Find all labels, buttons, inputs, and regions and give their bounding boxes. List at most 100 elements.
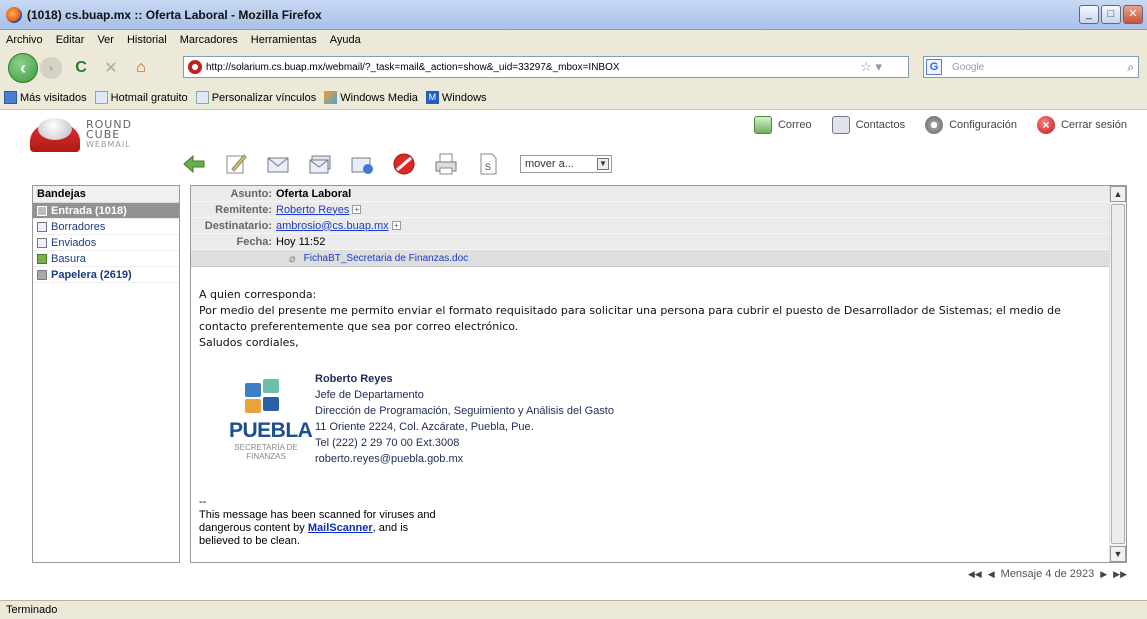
home-icon[interactable]: ⌂ (130, 57, 152, 79)
url-bar[interactable]: http://solarium.cs.buap.mx/webmail/?_tas… (183, 56, 909, 78)
windows-media-icon (324, 91, 338, 104)
folder-list: Bandejas Entrada (1018) Borradores Envia… (32, 185, 180, 563)
nav-settings[interactable]: Configuración (925, 116, 1017, 134)
search-bar[interactable]: G Google ⌕ (923, 56, 1139, 78)
status-text: Terminado (6, 604, 58, 616)
folder-sent[interactable]: Enviados (33, 235, 179, 251)
mailscanner-notice: -- This message has been scanned for vir… (199, 496, 436, 547)
mail-icon (753, 116, 772, 134)
google-icon[interactable]: G (926, 59, 942, 75)
view-source-button[interactable]: S (474, 151, 502, 177)
menu-historial[interactable]: Historial (127, 34, 167, 46)
message-date: Hoy 11:52 (276, 235, 326, 248)
scroll-down-icon[interactable]: ▼ (1110, 546, 1126, 562)
bookmark-hotmail[interactable]: Hotmail gratuito (94, 91, 188, 104)
menu-archivo[interactable]: Archivo (6, 34, 43, 46)
signature-name: Roberto Reyes (315, 373, 393, 385)
add-contact-icon[interactable]: + (391, 221, 401, 230)
signature-department: Dirección de Programación, Seguimiento y… (315, 405, 614, 417)
folder-list-title: Bandejas (33, 186, 179, 203)
signature-phone: Tel (222) 2 29 70 00 Ext.3008 (315, 437, 460, 449)
reply-button[interactable] (264, 151, 292, 177)
bookmark-star-icon[interactable]: ☆ ▾ (860, 59, 882, 75)
menu-ayuda[interactable]: Ayuda (330, 34, 361, 46)
scroll-thumb[interactable] (1111, 204, 1125, 544)
menu-marcadores[interactable]: Marcadores (180, 34, 238, 46)
sender-link[interactable]: Roberto Reyes (276, 204, 349, 216)
roundcube-logo-icon (30, 118, 80, 152)
arrow-left-icon (183, 154, 205, 174)
signature-address: 11 Oriente 2224, Col. Azcárate, Puebla, … (315, 421, 534, 433)
scroll-up-icon[interactable]: ▲ (1110, 186, 1126, 202)
contacts-icon (831, 116, 850, 134)
move-to-select[interactable]: mover a... ▼ (520, 155, 612, 173)
previous-message-icon[interactable]: ◀ (988, 569, 995, 580)
folder-junk[interactable]: Basura (33, 251, 179, 267)
attachment-link[interactable]: FichaBT_Secretaria de Finanzas.doc (304, 253, 469, 264)
compose-button[interactable] (222, 151, 250, 177)
forward-mail-icon (351, 157, 373, 174)
bookmark-mas-visitados[interactable]: Más visitados (4, 91, 87, 104)
status-bar: Terminado (0, 600, 1147, 619)
firefox-icon (6, 6, 22, 23)
logout-icon: × (1036, 116, 1055, 134)
page-icon (94, 91, 108, 104)
search-icon[interactable]: ⌕ (1127, 60, 1134, 75)
first-message-icon[interactable]: ◀◀ (968, 569, 982, 580)
sent-icon (37, 237, 47, 248)
gear-icon (925, 116, 944, 134)
source-icon: S (480, 153, 497, 175)
bookmarks-bar: Más visitados Hotmail gratuito Personali… (0, 86, 1147, 110)
menu-ver[interactable]: Ver (97, 34, 114, 46)
maximize-button[interactable]: □ (1101, 5, 1121, 24)
menu-bar: Archivo Editar Ver Historial Marcadores … (0, 30, 1147, 50)
stop-icon[interactable]: ✕ (100, 57, 122, 79)
forward-message-button[interactable] (348, 151, 376, 177)
next-message-icon[interactable]: ▶ (1100, 569, 1107, 580)
bookmark-windows[interactable]: M Windows (425, 91, 487, 104)
menu-editar[interactable]: Editar (56, 34, 85, 46)
paperclip-icon: ⌀ (289, 252, 296, 265)
page-icon (195, 91, 209, 104)
window-titlebar: (1018) cs.buap.mx :: Oferta Laboral - Mo… (0, 0, 1147, 30)
signature-email: roberto.reyes@puebla.gob.mx (315, 453, 464, 465)
recipient-link[interactable]: ambrosio@cs.buap.mx (276, 220, 389, 232)
bookmark-personalizar[interactable]: Personalizar vínculos (195, 91, 316, 104)
reply-icon (267, 157, 289, 173)
reply-all-button[interactable] (306, 151, 334, 177)
delete-button[interactable] (390, 151, 418, 177)
last-message-icon[interactable]: ▶▶ (1113, 569, 1127, 580)
minimize-button[interactable]: _ (1079, 5, 1099, 24)
trash-icon (37, 269, 47, 280)
back-button[interactable]: ‹ (8, 53, 38, 83)
nav-mail[interactable]: Correo (753, 116, 812, 134)
site-favicon-icon (188, 60, 202, 74)
nav-contacts[interactable]: Contactos (831, 116, 905, 134)
folder-trash[interactable]: Papelera (2619) (33, 267, 179, 283)
top-navigation: Correo Contactos Configuración × Cerrar s… (753, 116, 1127, 134)
pager-text: Mensaje 4 de 2923 (1000, 568, 1095, 580)
forward-button[interactable]: › (40, 57, 62, 79)
mailscanner-link[interactable]: MailScanner (308, 522, 373, 534)
webmail-content: ROUND CUBE WEBMAIL Correo Contactos Conf… (0, 110, 1147, 600)
reload-icon[interactable]: C (70, 57, 92, 79)
bookmark-windows-media[interactable]: Windows Media (324, 91, 418, 104)
menu-herramientas[interactable]: Herramientas (251, 34, 317, 46)
close-button[interactable]: ✕ (1123, 5, 1143, 24)
nav-logout[interactable]: × Cerrar sesión (1036, 116, 1127, 134)
back-to-list-button[interactable] (180, 151, 208, 177)
window-title: (1018) cs.buap.mx :: Oferta Laboral - Mo… (27, 7, 322, 22)
print-icon (435, 153, 457, 175)
print-button[interactable] (432, 151, 460, 177)
folder-drafts[interactable]: Borradores (33, 219, 179, 235)
junk-icon (37, 253, 47, 264)
message-scrollbar[interactable]: ▲ ▼ (1109, 186, 1126, 562)
add-contact-icon[interactable]: + (352, 205, 362, 214)
chevron-down-icon[interactable]: ▼ (597, 158, 609, 170)
attachment-row: ⌀ FichaBT_Secretaria de Finanzas.doc (191, 250, 1126, 266)
bookmark-folder-icon (4, 91, 17, 104)
inbox-icon (37, 205, 47, 216)
folder-inbox[interactable]: Entrada (1018) (33, 203, 179, 219)
message-body: A quien corresponda: Por medio del prese… (199, 288, 1061, 349)
reply-all-icon (309, 155, 331, 174)
